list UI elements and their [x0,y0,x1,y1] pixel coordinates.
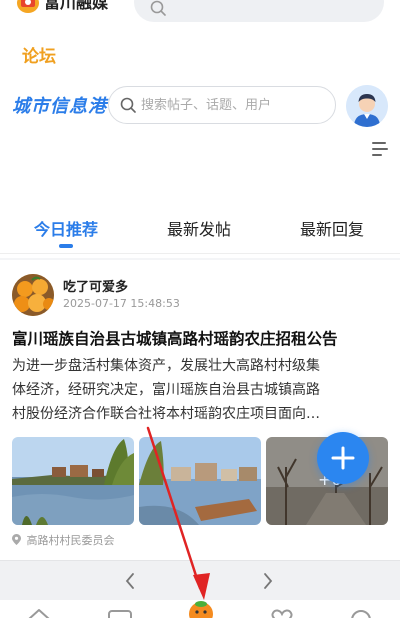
top-search-bar[interactable] [134,0,384,22]
brand-logo-text: 城市信息港 [12,96,107,117]
bottom-tab-bar [0,600,400,618]
post-author-avatar[interactable] [12,274,54,316]
post-author-name[interactable]: 吃了可爱多 [63,276,128,295]
create-post-button[interactable] [317,432,369,484]
post-excerpt-line: 为进一步盘活村集体资产，发展壮大高路村村级集 [12,358,320,374]
post-location-label: 高路村村民委员会 [26,534,115,547]
post-timestamp: 2025-07-17 15:48:53 [63,297,180,310]
video-icon[interactable] [106,607,134,618]
lake-village-photo [12,437,134,525]
page-title: 论坛 [22,47,56,67]
app-logo-icon [17,0,39,13]
search-input[interactable] [141,95,326,115]
active-tab-indicator [59,244,73,248]
heart-icon[interactable] [268,607,296,618]
tab-today-recommended[interactable]: 今日推荐 [34,216,98,240]
tab-latest-replies[interactable]: 最新回复 [300,216,364,240]
plus-icon [331,446,355,470]
page-navigation-bar [0,560,400,600]
tab-bar: 今日推荐 最新发帖 最新回复 [0,210,400,254]
top-app-bar: 富川融媒 [0,0,400,28]
post-excerpt-line: 村股份经济合作联合社将本村瑶韵农庄项目面向… [12,406,320,422]
post-excerpt-line: 体经济，经研究决定，富川瑶族自治县古城镇高路 [12,382,320,398]
post-location[interactable]: 高路村村民委员会 [12,532,115,548]
avatar[interactable] [346,85,388,127]
search-field[interactable] [108,86,336,124]
home-icon[interactable] [26,607,52,618]
profile-icon[interactable] [348,607,374,618]
app-name: 富川融媒 [44,0,109,12]
post-title[interactable]: 富川瑶族自治县古城镇高路村瑶韵农庄招租公告 [12,327,388,349]
user-avatar-icon [346,85,388,127]
menu-icon[interactable] [372,142,388,156]
post-image[interactable] [139,437,261,525]
search-icon [150,0,166,16]
post-image[interactable] [12,437,134,525]
lakeside-houses-photo [139,437,261,525]
search-icon [120,97,136,113]
chevron-right-icon[interactable] [262,572,274,590]
oranges-photo [12,274,54,316]
mascot-icon[interactable] [184,600,218,618]
location-pin-icon [12,534,21,545]
tab-latest-posts[interactable]: 最新发帖 [167,216,231,240]
post-excerpt[interactable]: 为进一步盘活村集体资产，发展壮大高路村村级集 体经济，经研究决定，富川瑶族自治县… [12,354,388,426]
post-card[interactable]: 吃了可爱多 2025-07-17 15:48:53 富川瑶族自治县古城镇高路村瑶… [0,260,400,560]
chevron-left-icon[interactable] [124,572,136,590]
